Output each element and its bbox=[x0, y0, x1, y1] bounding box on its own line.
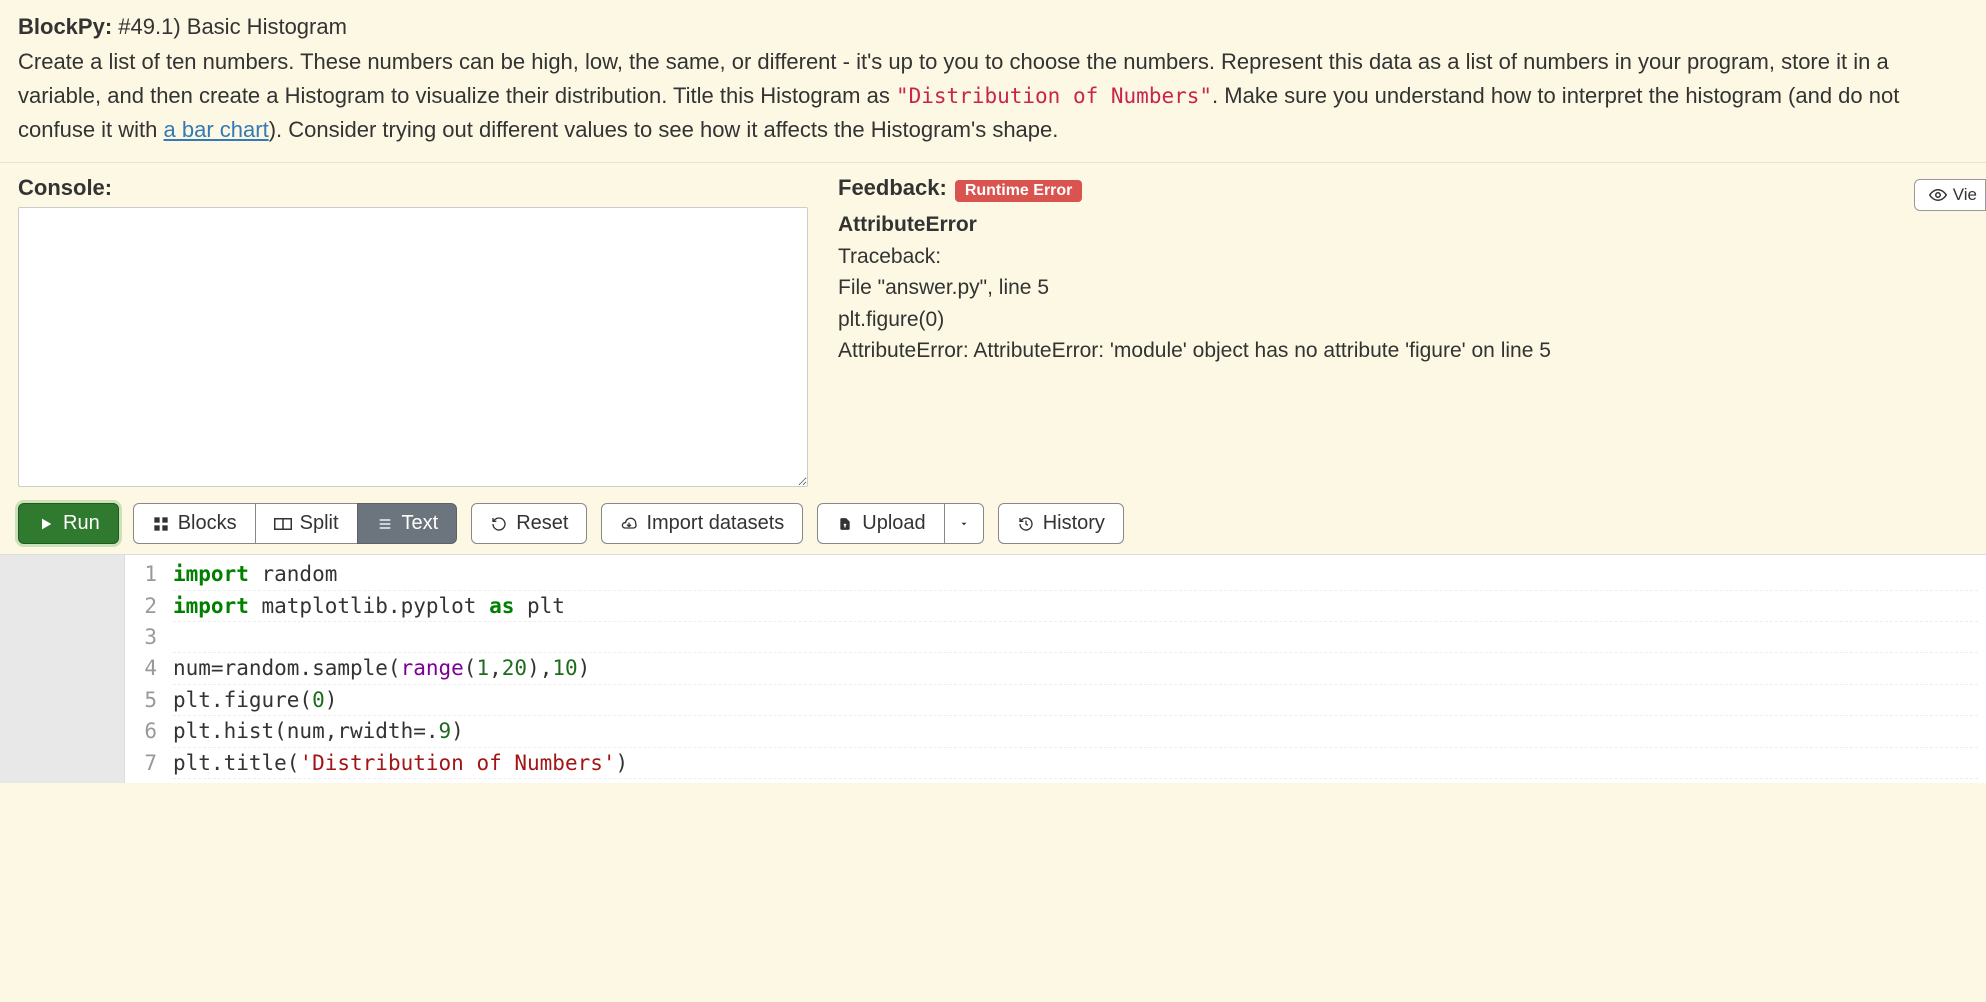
code-line: import matplotlib.pyplot as plt bbox=[173, 591, 1978, 622]
feedback-label: Feedback: bbox=[838, 175, 947, 201]
text-button[interactable]: Text bbox=[357, 503, 458, 544]
upload-button[interactable]: Upload bbox=[817, 503, 944, 544]
code-line bbox=[173, 622, 1978, 653]
view-mode-group: Blocks Split Text bbox=[133, 503, 458, 544]
blockpy-prefix: BlockPy: bbox=[18, 14, 112, 39]
eye-icon bbox=[1929, 186, 1947, 204]
cloud-download-icon bbox=[620, 515, 638, 533]
split-button[interactable]: Split bbox=[255, 503, 358, 544]
code-editor[interactable]: 1 2 3 4 5 6 7 import random import matpl… bbox=[0, 555, 1986, 783]
upload-dropdown-button[interactable] bbox=[944, 503, 984, 544]
code-line: plt.figure(0) bbox=[173, 685, 1978, 716]
error-message: AttributeError: AttributeError: 'module'… bbox=[838, 335, 1968, 367]
runtime-error-badge: Runtime Error bbox=[955, 180, 1083, 202]
feedback-body: AttributeError Traceback: File "answer.p… bbox=[838, 209, 1968, 367]
console-label: Console: bbox=[18, 175, 808, 201]
traceback-label: Traceback: bbox=[838, 241, 1968, 273]
refresh-icon bbox=[490, 515, 508, 533]
error-type: AttributeError bbox=[838, 209, 1968, 241]
grid-icon bbox=[152, 515, 170, 533]
play-icon bbox=[37, 515, 55, 533]
problem-description: Create a list of ten numbers. These numb… bbox=[18, 45, 1968, 147]
toolbar: Run Blocks Split Text Reset bbox=[0, 495, 1986, 555]
traceback-line: plt.figure(0) bbox=[838, 304, 1968, 336]
code-line: plt.hist(num,rwidth=.9) bbox=[173, 716, 1978, 747]
breakpoint-gutter[interactable] bbox=[0, 555, 125, 783]
file-upload-icon bbox=[836, 515, 854, 533]
console-output[interactable] bbox=[18, 207, 808, 487]
history-icon bbox=[1017, 515, 1035, 533]
code-line: import random bbox=[173, 559, 1978, 590]
history-button[interactable]: History bbox=[998, 503, 1124, 544]
problem-title: #49.1) Basic Histogram bbox=[118, 14, 347, 39]
line-number-gutter: 1 2 3 4 5 6 7 bbox=[125, 555, 165, 783]
bar-chart-link[interactable]: a bar chart bbox=[164, 117, 269, 142]
import-datasets-button[interactable]: Import datasets bbox=[601, 503, 803, 544]
upload-group: Upload bbox=[817, 503, 983, 544]
code-area[interactable]: import random import matplotlib.pyplot a… bbox=[165, 555, 1986, 783]
reset-button[interactable]: Reset bbox=[471, 503, 587, 544]
split-icon bbox=[274, 515, 292, 533]
caret-down-icon bbox=[955, 515, 973, 533]
view-button[interactable]: Vie bbox=[1914, 179, 1986, 211]
list-icon bbox=[376, 515, 394, 533]
blocks-button[interactable]: Blocks bbox=[133, 503, 256, 544]
run-button[interactable]: Run bbox=[18, 503, 119, 544]
traceback-file: File "answer.py", line 5 bbox=[838, 272, 1968, 304]
problem-header: BlockPy: #49.1) Basic Histogram Create a… bbox=[0, 0, 1986, 163]
code-line: num=random.sample(range(1,20),10) bbox=[173, 653, 1978, 684]
code-line: plt.title('Distribution of Numbers') bbox=[173, 748, 1978, 779]
title-string-literal: "Distribution of Numbers" bbox=[896, 84, 1212, 108]
